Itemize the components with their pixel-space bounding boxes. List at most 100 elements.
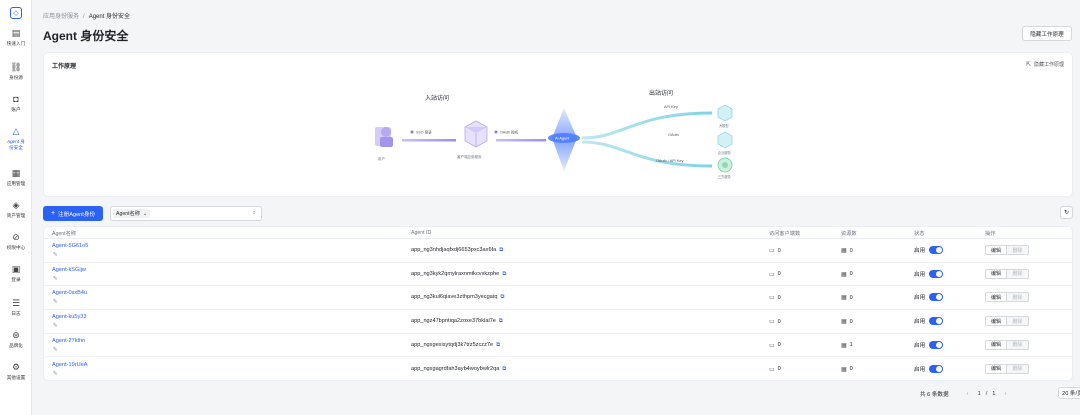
status-cell: 启用 xyxy=(914,293,944,302)
status-text: 启用 xyxy=(914,342,926,349)
page-size-value: 20 条/页 xyxy=(1062,391,1080,397)
sidebar-item-2[interactable]: ◘ 账户 xyxy=(0,94,32,113)
hide-principle-link[interactable]: ⇱ 隐藏工作原理 xyxy=(1026,61,1064,68)
resources-count: 0 xyxy=(849,366,853,372)
clients-count-cell: ▭ 0 xyxy=(769,342,781,349)
grid-icon: ▦ xyxy=(841,342,847,349)
actions-cell: 编辑 删除 xyxy=(985,339,1029,350)
edit-button[interactable]: 编辑 xyxy=(985,316,1007,327)
pagination: 共 6 条数据 ‹ 1 / 1 › 20 条/页 ⌄ xyxy=(920,387,1080,400)
oauth-label: OAuth 授权 xyxy=(500,130,519,135)
sidebar-item-9[interactable]: ⊛ 品牌化 xyxy=(0,330,32,349)
sidebar-item-7[interactable]: ▣ 登录 xyxy=(0,264,32,283)
agent-name-link[interactable]: Agent-kSGijw xyxy=(52,267,86,273)
sidebar-item-0[interactable]: ▤ 快速入门 xyxy=(0,28,32,47)
sidebar-item-6[interactable]: ⊘ 权限中心 xyxy=(0,232,32,251)
status-text: 启用 xyxy=(914,366,926,373)
page-size-select[interactable]: 20 条/页 ⌄ xyxy=(1058,387,1080,399)
how-it-works-card: 入站访问 出站访问 用户 SSO 登录 客户端应用程序 OAuth 授权 AI … xyxy=(43,52,1073,197)
enterprise-service-cube-icon xyxy=(717,131,733,149)
edit-button[interactable]: 编辑 xyxy=(985,268,1007,279)
delete-button[interactable]: 删除 xyxy=(1007,268,1029,279)
hide-principle-button[interactable]: 隐藏工作原理 xyxy=(1022,26,1072,41)
clients-count-cell: ▭ 0 xyxy=(769,271,781,278)
identity-source-icon: ⛓ xyxy=(10,62,22,72)
delete-button[interactable]: 删除 xyxy=(1007,339,1029,350)
sidebar-item-10[interactable]: ⚙ 其他设置 xyxy=(0,362,32,381)
copy-icon[interactable]: ⧉ xyxy=(502,271,506,278)
copy-icon[interactable]: ⧉ xyxy=(499,247,503,254)
client-app-label: 客户端应用程序 xyxy=(457,154,482,159)
agent-name-link[interactable]: Agent-27kthn xyxy=(52,338,85,344)
pagination-pages: 1 xyxy=(992,391,996,397)
status-toggle[interactable] xyxy=(929,340,944,349)
status-cell: 启用 xyxy=(914,340,944,349)
agent-id-cell: app_ngxgexisytqdj3k7trz5zczz7e ⧉ xyxy=(411,342,500,349)
resources-count: 0 xyxy=(849,247,853,254)
agent-id-value: app_ng3kyk2qmylraxnmtkcvxkzphe xyxy=(411,270,500,277)
page-title: Agent 身份安全 xyxy=(43,29,129,43)
pagination-total: 共 6 条数据 xyxy=(920,392,949,398)
pagination-current[interactable]: 1 xyxy=(978,391,981,397)
main-content: 应用身份服务 / Agent 身份安全 Agent 身份安全 隐藏工作原理 入站… xyxy=(32,0,1080,415)
table-row: Agent-27kthn ✎ app_ngxgexisytqdj3k7trz5zcz… xyxy=(44,334,1072,358)
status-toggle[interactable] xyxy=(929,317,944,326)
ai-agent-label: AI Agent xyxy=(555,137,570,141)
search-field-select[interactable]: Agent名称 ⌄ xyxy=(113,209,151,218)
copy-icon[interactable]: ⧉ xyxy=(502,366,506,373)
resources-count: 0 xyxy=(849,271,853,278)
search-input[interactable] xyxy=(163,209,245,218)
monitor-icon: ▭ xyxy=(769,342,775,349)
resources-count-cell: ▦ 0 xyxy=(841,247,853,255)
status-cell: 启用 xyxy=(914,269,944,278)
sidebar-item-8[interactable]: ☰ 日志 xyxy=(0,298,32,317)
pencil-icon[interactable]: ✎ xyxy=(53,276,58,282)
sidebar-item-3[interactable]: △ Agent 身份安全 xyxy=(0,126,32,150)
edit-button[interactable]: 编辑 xyxy=(985,292,1007,303)
status-toggle[interactable] xyxy=(929,269,944,278)
agent-name-link[interactable]: Agent-0sxB4u xyxy=(52,290,87,296)
agent-name-link[interactable]: Agent-5G61o5 xyxy=(52,243,88,249)
plus-icon: + xyxy=(50,210,56,217)
sidebar-item-4[interactable]: ▦ 应用管理 xyxy=(0,168,32,187)
copy-icon[interactable]: ⧉ xyxy=(496,342,500,349)
edit-button[interactable]: 编辑 xyxy=(985,339,1007,350)
delete-button[interactable]: 删除 xyxy=(1007,292,1029,303)
breadcrumb-parent[interactable]: 应用身份服务 xyxy=(43,14,79,20)
sidebar-item-label: 资产管理 xyxy=(6,213,26,218)
how-it-works-title: 工作原理 xyxy=(52,64,77,70)
col-header-id: Agent ID xyxy=(411,230,432,236)
copy-icon[interactable]: ⧉ xyxy=(499,318,503,325)
copy-icon[interactable]: ⧉ xyxy=(500,294,504,301)
pencil-icon[interactable]: ✎ xyxy=(53,347,58,353)
edit-button[interactable]: 编辑 xyxy=(985,363,1007,374)
sidebar-item-5[interactable]: ◈ 资产管理 xyxy=(0,200,32,219)
agent-name-link[interactable]: Agent-ku5y33 xyxy=(52,314,87,320)
delete-button[interactable]: 删除 xyxy=(1007,316,1029,327)
status-toggle[interactable] xyxy=(929,293,944,302)
pencil-icon[interactable]: ✎ xyxy=(53,371,58,377)
search-icon[interactable]: ⌕ xyxy=(253,210,256,217)
delete-button[interactable]: 删除 xyxy=(1007,363,1029,374)
actions-cell: 编辑 删除 xyxy=(985,363,1029,374)
agent-name-link[interactable]: Agent-19rUeA xyxy=(52,362,87,368)
agent-id-cell: app_ngz47bpntiqa2zoxe37bklal7e ⧉ xyxy=(411,318,503,325)
out-mixed-label: OAuth / API Key xyxy=(656,159,684,163)
next-page-icon[interactable]: › xyxy=(1000,391,1010,397)
prev-page-icon[interactable]: ‹ xyxy=(963,391,973,397)
agent-id-cell: app_ng3nhdjaqfxdj6653pxc3ax6fa ⧉ xyxy=(411,247,503,254)
register-agent-button[interactable]: + 注册Agent身份 xyxy=(43,206,103,221)
delete-button[interactable]: 删除 xyxy=(1007,245,1029,255)
clients-count: 0 xyxy=(777,247,781,254)
pencil-icon[interactable]: ✎ xyxy=(53,299,58,305)
product-logo-icon[interactable]: ◇ xyxy=(10,7,22,19)
edit-button[interactable]: 编辑 xyxy=(985,245,1007,255)
status-toggle[interactable] xyxy=(929,246,944,254)
agent-security-icon: △ xyxy=(12,126,20,136)
refresh-button[interactable]: ↻ xyxy=(1060,206,1073,219)
status-toggle[interactable] xyxy=(929,364,944,373)
out-api-key-label: API Key xyxy=(664,105,678,109)
sidebar-item-1[interactable]: ⛓ 身份源 xyxy=(0,62,32,81)
pencil-icon[interactable]: ✎ xyxy=(53,252,58,258)
pencil-icon[interactable]: ✎ xyxy=(53,323,58,329)
